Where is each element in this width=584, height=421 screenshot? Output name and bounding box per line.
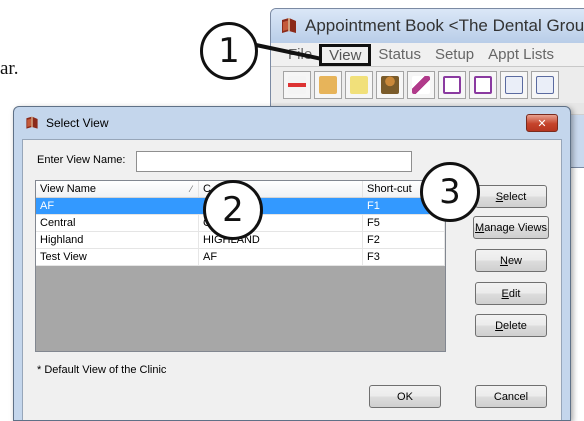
edit-button[interactable]: Edit: [475, 282, 547, 305]
cell-view-name: Highland: [36, 232, 199, 248]
callout-1: 1: [200, 22, 258, 80]
delete-button[interactable]: Delete: [475, 314, 547, 337]
menu-status[interactable]: Status: [371, 44, 428, 66]
book-icon: [24, 115, 40, 131]
callout-3: 3: [420, 162, 480, 222]
callout-2: 2: [203, 180, 263, 240]
cell-shortcut: F2: [363, 232, 445, 248]
manage-views-button-mnemonic: M: [475, 221, 485, 234]
view-name-input[interactable]: [136, 151, 412, 172]
dialog-body: Enter View Name: View Name ⁄ C Short-cut…: [22, 139, 562, 420]
cell-code: AF: [199, 249, 363, 265]
tooth-icon[interactable]: [283, 71, 311, 99]
dialog-title: Select View: [46, 116, 109, 130]
callout-2-number: 2: [222, 190, 244, 230]
calendar-alt-icon[interactable]: [531, 71, 559, 99]
column-header-label: View Name: [40, 183, 97, 195]
cancel-button[interactable]: Cancel: [475, 385, 547, 408]
cell-view-name: Test View: [36, 249, 199, 265]
document-text-fragment: ar.: [0, 58, 19, 79]
select-button-mnemonic: S: [495, 190, 504, 203]
cell-shortcut: F5: [363, 215, 445, 231]
notepad-icon[interactable]: [345, 71, 373, 99]
calendar-icon[interactable]: [500, 71, 528, 99]
cell-view-name: AF: [36, 198, 199, 214]
list-row[interactable]: Test View AF F3: [36, 249, 445, 266]
folder-people-icon[interactable]: [314, 71, 342, 99]
app-titlebar: Appointment Book <The Dental Group>: [271, 9, 584, 43]
edit-button-label-rest: dit: [508, 287, 521, 300]
select-view-dialog: Select View ✕ Enter View Name: View Name…: [13, 106, 571, 421]
new-button-label-rest: ew: [507, 254, 522, 267]
cell-view-name: Central: [36, 215, 199, 231]
manage-views-button-label-rest: anage Views: [484, 221, 547, 234]
ok-button-label: OK: [397, 390, 413, 403]
card-icon[interactable]: [469, 71, 497, 99]
view-name-label: Enter View Name:: [37, 154, 126, 166]
blank-note-icon[interactable]: [438, 71, 466, 99]
app-title: Appointment Book <The Dental Group>: [305, 16, 584, 35]
book-icon: [279, 16, 299, 36]
select-button-label-rest: elect: [503, 190, 527, 203]
app-menubar: File View Status Setup Appt Lists: [271, 43, 584, 67]
edit-button-mnemonic: E: [501, 287, 509, 300]
person-icon[interactable]: [376, 71, 404, 99]
new-button-mnemonic: N: [499, 254, 508, 267]
ok-button[interactable]: OK: [369, 385, 441, 408]
cell-shortcut: F3: [363, 249, 445, 265]
menu-view[interactable]: View: [319, 43, 372, 66]
select-button[interactable]: Select: [475, 185, 547, 208]
default-view-footnote: * Default View of the Clinic: [37, 364, 167, 376]
sort-indicator-icon: ⁄: [190, 184, 192, 194]
column-header-view-name[interactable]: View Name ⁄: [36, 181, 199, 197]
pencil-icon[interactable]: [407, 71, 435, 99]
callout-3-number: 3: [439, 172, 461, 212]
new-button[interactable]: New: [475, 249, 547, 272]
menu-appt-lists[interactable]: Appt Lists: [481, 44, 561, 66]
delete-button-label-rest: elete: [503, 319, 527, 332]
app-toolbar: [271, 67, 584, 103]
close-icon: ✕: [537, 116, 547, 130]
cancel-button-label: Cancel: [493, 390, 529, 403]
delete-button-mnemonic: D: [495, 319, 504, 332]
dialog-titlebar: Select View: [14, 107, 570, 139]
manage-views-button[interactable]: Manage Views: [473, 216, 549, 239]
callout-1-number: 1: [218, 31, 240, 71]
menu-setup[interactable]: Setup: [428, 44, 481, 66]
close-button[interactable]: ✕: [526, 114, 558, 132]
